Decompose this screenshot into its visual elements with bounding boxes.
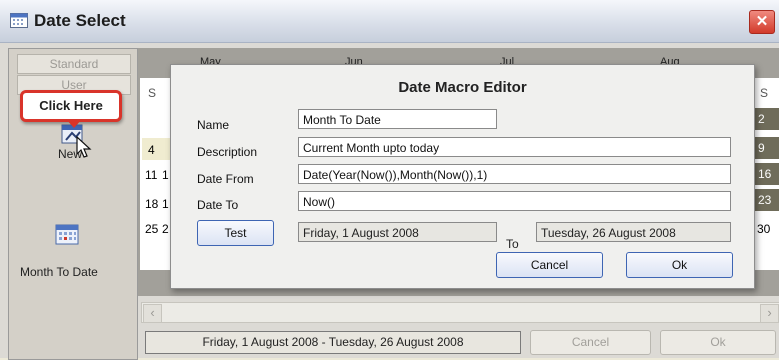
dialog-title: Date Macro Editor — [398, 79, 527, 96]
mouse-cursor-icon — [76, 136, 92, 158]
calendar-highlight-cell — [142, 138, 172, 160]
test-button[interactable]: Test — [197, 220, 274, 246]
name-field[interactable]: Month To Date — [298, 109, 497, 129]
calendar-day: 2 — [758, 112, 765, 126]
callout-pointer — [66, 119, 82, 128]
selected-range-display: Friday, 1 August 2008 - Tuesday, 26 Augu… — [145, 331, 521, 354]
calendar-day-weekend[interactable]: 16 — [752, 163, 779, 185]
date-macro-editor-dialog: Date Macro Editor Name Month To Date Des… — [170, 64, 755, 289]
window-title: Date Select — [34, 11, 126, 30]
date-to-field[interactable]: Now() — [298, 191, 731, 211]
dialog-cancel-button[interactable]: Cancel — [496, 252, 603, 278]
calendar-day: 23 — [758, 193, 772, 207]
description-label: Description — [197, 145, 258, 159]
title-bar: Date Select ✕ — [0, 0, 779, 43]
date-from-label: Date From — [197, 172, 254, 186]
calendar-day[interactable]: 25 — [145, 222, 158, 236]
dialog-ok-button[interactable]: Ok — [626, 252, 733, 278]
calendar-day[interactable]: 2 — [162, 222, 169, 236]
calendar-day: 9 — [758, 141, 765, 155]
date-select-window: Date Select ✕ Standard User New Click He… — [0, 0, 779, 360]
scroll-right-arrow-icon[interactable]: › — [760, 304, 779, 323]
calendar-day-weekend[interactable]: 2 — [752, 108, 779, 130]
calendar-day-weekend[interactable]: 9 — [752, 137, 779, 159]
calendar-day[interactable]: 18 — [145, 197, 158, 211]
tab-standard[interactable]: Standard — [17, 54, 131, 74]
calendar-day[interactable]: 11 — [145, 168, 157, 182]
date-from-field[interactable]: Date(Year(Now()),Month(Now()),1) — [298, 164, 731, 184]
name-label: Name — [197, 118, 230, 132]
scroll-left-arrow-icon[interactable]: ‹ — [143, 304, 162, 323]
window-ok-button[interactable]: Ok — [660, 330, 776, 355]
horizontal-scrollbar[interactable]: ‹ › — [141, 302, 779, 323]
calendar-day[interactable]: 30 — [757, 222, 770, 236]
date-to-label: Date To — [197, 198, 239, 212]
calendar-day-weekend[interactable]: 23 — [752, 189, 779, 211]
calendar-day[interactable]: 1 — [162, 168, 169, 182]
click-here-callout: Click Here — [20, 90, 122, 122]
month-to-date-label[interactable]: Month To Date — [20, 265, 98, 279]
calendar-day: 16 — [758, 167, 772, 181]
test-from-result: Friday, 1 August 2008 — [298, 222, 497, 242]
window-cancel-button[interactable]: Cancel — [530, 330, 651, 355]
calendar-day[interactable]: 1 — [162, 197, 169, 211]
day-header-saturday: S — [760, 86, 769, 100]
month-to-date-icon[interactable] — [54, 222, 80, 246]
calendar-icon — [10, 13, 28, 28]
day-header-sunday: S — [148, 86, 157, 100]
to-label: To — [506, 237, 519, 251]
calendar-day[interactable]: 4 — [148, 143, 155, 157]
test-to-result: Tuesday, 26 August 2008 — [536, 222, 731, 242]
close-button[interactable]: ✕ — [749, 10, 775, 34]
description-field[interactable]: Current Month upto today — [298, 137, 731, 157]
